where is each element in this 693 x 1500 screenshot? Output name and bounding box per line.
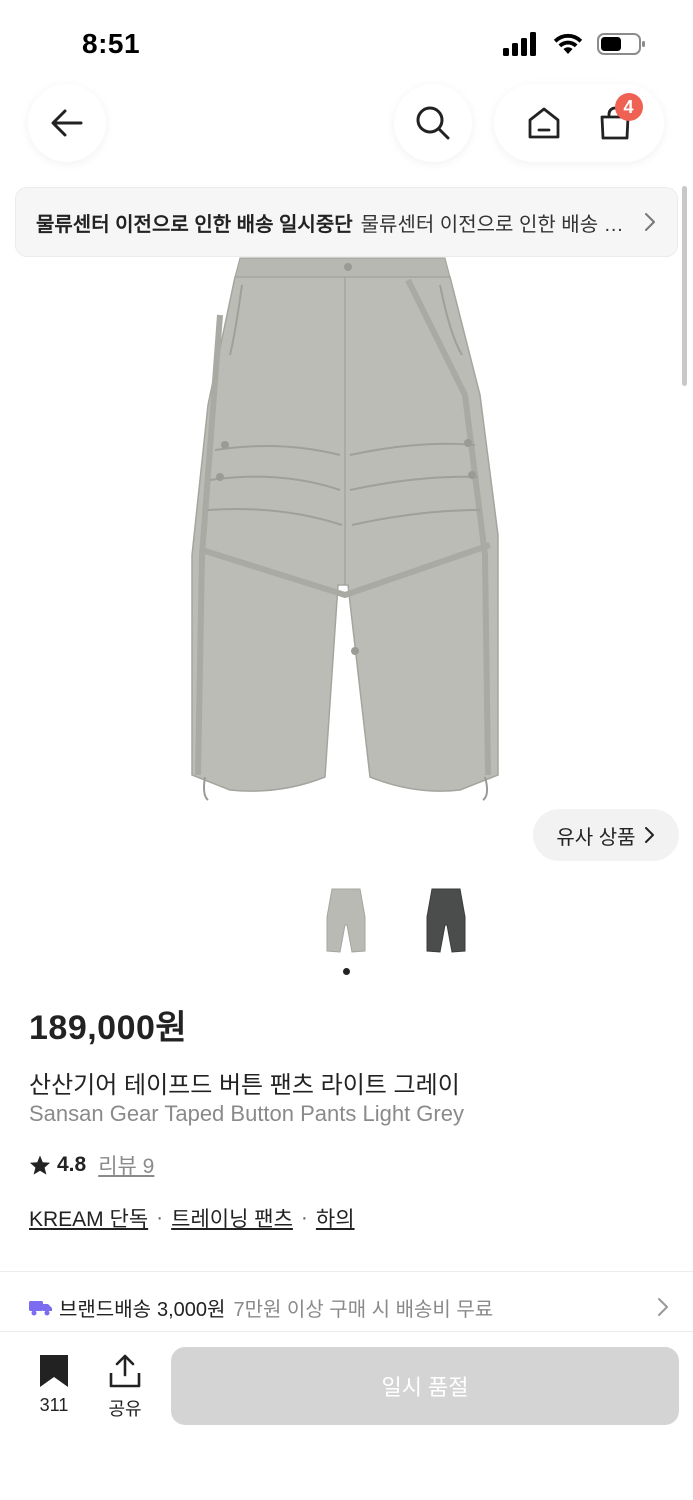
tag-training-pants[interactable]: 트레이닝 팬츠 bbox=[171, 1203, 293, 1233]
save-count: 311 bbox=[39, 1395, 69, 1415]
cart-count-badge: 4 bbox=[614, 93, 643, 121]
bookmark-icon bbox=[40, 1355, 68, 1387]
product-name-korean: 산산기어 테이프드 버튼 팬츠 라이트 그레이 bbox=[29, 1072, 460, 1099]
status-icons bbox=[503, 32, 647, 56]
sold-out-button[interactable]: 일시 품절 bbox=[171, 1347, 679, 1425]
gallery-page-indicator bbox=[343, 968, 350, 975]
share-icon bbox=[109, 1354, 141, 1388]
notice-title: 물류센터 이전으로 인한 배송 일시중단 bbox=[36, 213, 353, 236]
product-tags: KREAM 단독 · 트레이닝 팬츠 · 하의 bbox=[29, 1203, 355, 1233]
thumbnail-strip bbox=[318, 884, 474, 958]
pants-thumbnail-icon bbox=[326, 888, 366, 953]
product-rating: 4.8 리뷰 9 bbox=[29, 1150, 154, 1180]
scroll-indicator[interactable] bbox=[682, 186, 687, 386]
battery-icon bbox=[597, 33, 645, 55]
home-icon bbox=[528, 107, 559, 139]
back-button[interactable] bbox=[28, 84, 106, 162]
tag-bottoms[interactable]: 하의 bbox=[316, 1203, 355, 1233]
star-icon bbox=[29, 1155, 51, 1175]
similar-products-button[interactable]: 유사 상품 bbox=[533, 809, 679, 861]
section-divider bbox=[0, 1331, 693, 1332]
search-icon bbox=[416, 106, 450, 140]
review-link[interactable]: 리뷰 9 bbox=[98, 1150, 154, 1180]
product-image[interactable] bbox=[180, 255, 510, 815]
truck-icon bbox=[29, 1301, 52, 1316]
chevron-right-icon bbox=[658, 1298, 668, 1316]
section-divider bbox=[0, 1271, 693, 1272]
wifi-icon bbox=[553, 33, 583, 54]
tag-separator: · bbox=[156, 1206, 164, 1229]
home-button[interactable] bbox=[514, 93, 574, 153]
thumbnail-charcoal[interactable] bbox=[418, 884, 474, 958]
nav-button-group: 4 bbox=[494, 84, 664, 162]
rating-score: 4.8 bbox=[57, 1153, 87, 1176]
search-button[interactable] bbox=[394, 84, 472, 162]
tag-separator: · bbox=[300, 1206, 308, 1229]
tag-kream-exclusive[interactable]: KREAM 단독 bbox=[29, 1203, 148, 1233]
status-time: 8:51 bbox=[82, 28, 141, 59]
arrow-left-icon bbox=[51, 109, 83, 137]
cart-button[interactable]: 4 bbox=[585, 93, 645, 153]
shipping-info-row[interactable]: 브랜드배송 3,000원 7만원 이상 구매 시 배송비 무료 bbox=[29, 1283, 669, 1331]
thumbnail-light-grey[interactable] bbox=[318, 884, 374, 958]
shipping-price: 3,000원 bbox=[157, 1298, 226, 1321]
chevron-right-icon bbox=[644, 827, 654, 843]
product-price: 189,000원 bbox=[29, 1009, 188, 1047]
product-name-english: Sansan Gear Taped Button Pants Light Gre… bbox=[29, 1101, 464, 1126]
notice-body: 물류센터 이전으로 인한 배송 일시중단 안내 bbox=[360, 213, 633, 236]
status-bar: 8:51 bbox=[0, 0, 693, 80]
pants-thumbnail-icon bbox=[426, 888, 466, 953]
save-button[interactable]: 311 bbox=[24, 1353, 84, 1416]
bottom-action-bar: 311 공유 일시 품절 bbox=[0, 1333, 693, 1500]
shipping-label: 브랜드배송 bbox=[59, 1298, 151, 1321]
share-label: 공유 bbox=[108, 1399, 142, 1419]
chevron-right-icon bbox=[645, 213, 655, 231]
notice-banner[interactable]: 물류센터 이전으로 인한 배송 일시중단 물류센터 이전으로 인한 배송 일시중… bbox=[15, 187, 678, 257]
similar-products-label: 유사 상품 bbox=[556, 826, 636, 849]
share-button[interactable]: 공유 bbox=[95, 1353, 155, 1421]
pants-illustration bbox=[191, 257, 499, 801]
shipping-condition: 7만원 이상 구매 시 배송비 무료 bbox=[233, 1298, 494, 1321]
signal-icon bbox=[503, 32, 536, 56]
